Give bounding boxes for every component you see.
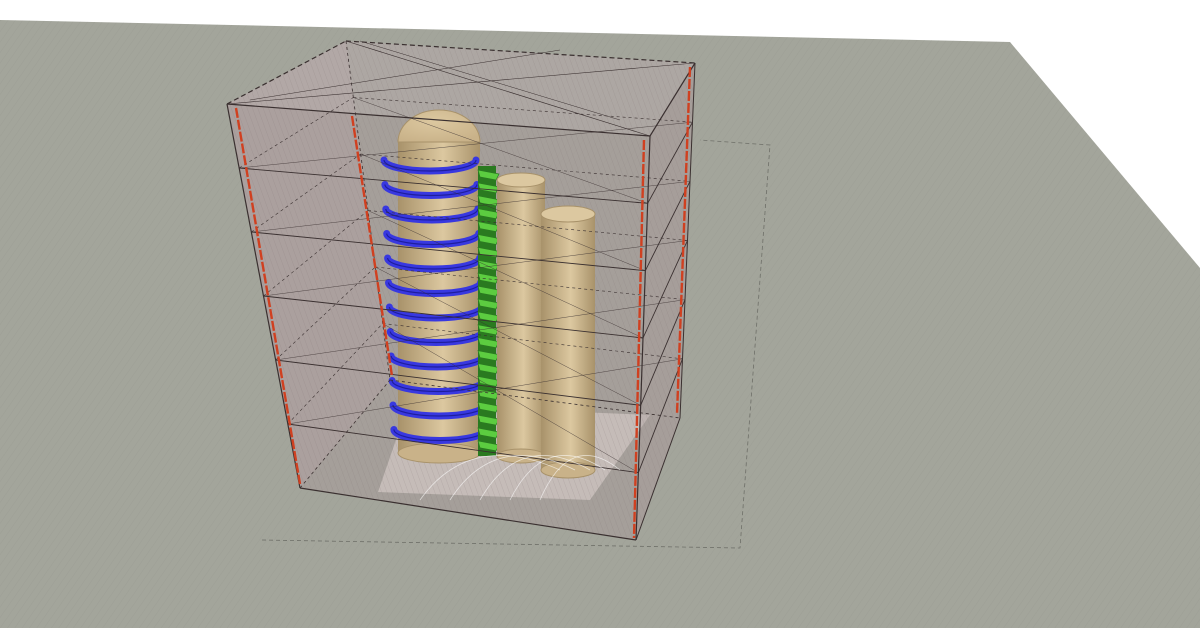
cylinder-tank-b-base <box>540 461 596 479</box>
model-scene[interactable] <box>0 0 1200 628</box>
cylinder-tank-a-top <box>496 172 546 188</box>
3d-model-viewport[interactable] <box>0 0 1200 628</box>
column-tank-base <box>397 442 481 464</box>
cylinder-tank-b-top <box>540 205 596 223</box>
cylinder-tank-a-body <box>497 180 545 456</box>
